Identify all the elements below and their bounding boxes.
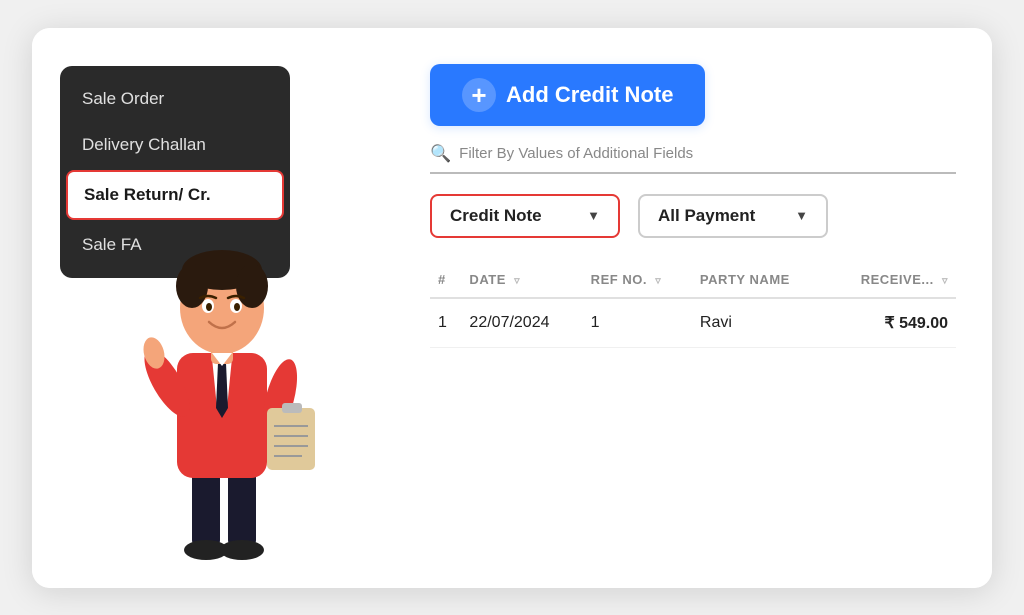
- payment-dropdown[interactable]: All Payment ▼: [638, 194, 828, 238]
- table-header-row: # DATE ▿ REF NO. ▿ PARTY NAME: [430, 262, 956, 298]
- col-ref-no: REF NO. ▿: [583, 262, 692, 298]
- cell-received: ₹ 549.00: [826, 298, 956, 348]
- chevron-down-icon: ▼: [795, 208, 808, 223]
- cell-party-name: Ravi: [692, 298, 826, 348]
- main-card: Sale Order Delivery Challan Sale Return/…: [32, 28, 992, 588]
- sidebar-item-delivery-challan[interactable]: Delivery Challan: [60, 122, 290, 168]
- cell-date: 22/07/2024: [461, 298, 582, 348]
- dropdown-row: Credit Note ▼ All Payment ▼: [430, 194, 956, 238]
- filter-bar[interactable]: 🔍 Filter By Values of Additional Fields: [430, 144, 956, 174]
- add-credit-note-button[interactable]: + Add Credit Note: [430, 64, 705, 126]
- character-illustration: [112, 198, 332, 588]
- type-dropdown[interactable]: Credit Note ▼: [430, 194, 620, 238]
- plus-icon: +: [462, 78, 496, 112]
- search-icon: 🔍: [430, 144, 451, 164]
- filter-icon[interactable]: ▿: [942, 275, 948, 287]
- filter-icon[interactable]: ▿: [514, 275, 520, 287]
- table-row[interactable]: 1 22/07/2024 1 Ravi ₹ 549.00: [430, 298, 956, 348]
- filter-icon[interactable]: ▿: [655, 275, 661, 287]
- col-received: RECEIVE... ▿: [826, 262, 956, 298]
- cell-ref-no: 1: [583, 298, 692, 348]
- right-panel: + Add Credit Note 🔍 Filter By Values of …: [402, 28, 992, 588]
- records-table: # DATE ▿ REF NO. ▿ PARTY NAME: [430, 262, 956, 348]
- left-panel: Sale Order Delivery Challan Sale Return/…: [32, 28, 402, 588]
- col-date: DATE ▿: [461, 262, 582, 298]
- table-area: # DATE ▿ REF NO. ▿ PARTY NAME: [430, 262, 956, 560]
- cell-num: 1: [430, 298, 461, 348]
- sidebar-item-sale-order[interactable]: Sale Order: [60, 76, 290, 122]
- chevron-down-icon: ▼: [587, 208, 600, 223]
- col-party-name: PARTY NAME: [692, 262, 826, 298]
- col-num: #: [430, 262, 461, 298]
